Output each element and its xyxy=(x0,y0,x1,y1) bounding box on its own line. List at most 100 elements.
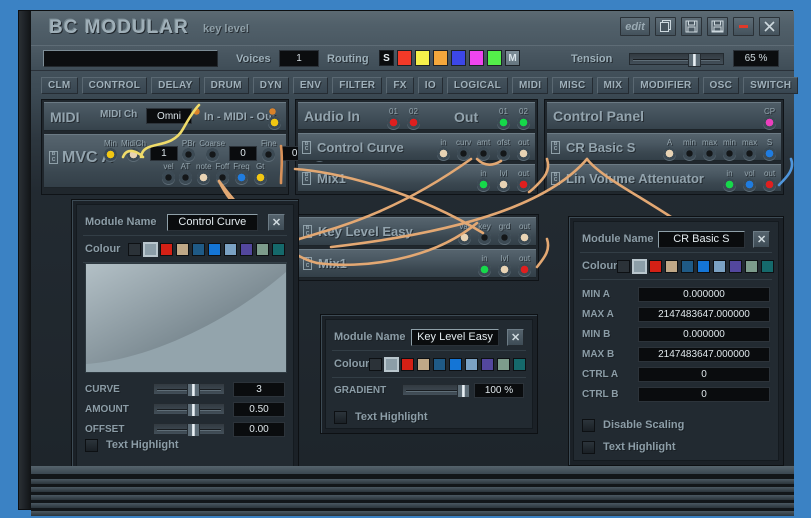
field-value[interactable]: 2147483647.000000 xyxy=(638,307,770,322)
mvca-Freq[interactable]: Freq xyxy=(233,162,249,184)
jack-CP[interactable] xyxy=(763,116,776,129)
cr-basic-s-pin-min[interactable]: min xyxy=(682,138,697,160)
module-row-control-curve[interactable]: BC Control Curve incurvamtofstout xyxy=(298,133,535,161)
audio-out-pin-01[interactable]: 01 xyxy=(496,107,511,129)
jack-AT[interactable] xyxy=(179,171,192,184)
mix1-bottom-pin-out[interactable]: out xyxy=(517,254,532,276)
tension-slider[interactable] xyxy=(629,53,724,65)
audio-out-pin-02[interactable]: 02 xyxy=(516,107,531,129)
control-panel-pin-CP[interactable]: CP xyxy=(762,107,777,129)
jack-Min[interactable] xyxy=(104,148,117,161)
field-value[interactable]: 0 xyxy=(638,367,770,382)
jack-Gt[interactable] xyxy=(254,171,267,184)
colour-swatch-5[interactable] xyxy=(697,260,710,273)
mvca-value[interactable]: 1 xyxy=(150,137,178,161)
mvca-AT[interactable]: AT xyxy=(179,162,192,184)
gradient-slider-thumb[interactable] xyxy=(457,384,470,398)
disable-scaling-row[interactable]: Disable Scaling xyxy=(574,414,778,436)
category-button-io[interactable]: IO xyxy=(418,77,443,94)
jack-note[interactable] xyxy=(197,171,210,184)
routing-swatch-orange[interactable] xyxy=(433,50,448,66)
mix1-top-pin-in[interactable]: in xyxy=(476,169,491,191)
midi-channel-value[interactable]: Omni xyxy=(146,108,192,124)
cr-basic-s-pin-max[interactable]: max xyxy=(742,138,757,160)
jack-key[interactable] xyxy=(478,231,491,244)
colour-swatch-8[interactable] xyxy=(745,260,758,273)
category-button-mix[interactable]: MIX xyxy=(597,77,630,94)
routing-swatch-red[interactable] xyxy=(397,50,412,66)
colour-swatch-6[interactable] xyxy=(224,243,237,256)
numbox[interactable]: 0 xyxy=(229,146,257,161)
field-value[interactable]: 0 xyxy=(638,387,770,402)
key-level-easy-pin-key[interactable]: key xyxy=(477,222,492,244)
jack-in[interactable] xyxy=(723,178,736,191)
midi-out-jack[interactable] xyxy=(268,116,281,129)
save-as-icon[interactable] xyxy=(707,17,728,36)
jack-02[interactable] xyxy=(517,116,530,129)
mvca-Min[interactable]: Min xyxy=(104,139,117,161)
jack-out[interactable] xyxy=(763,178,776,191)
jack-ofst[interactable] xyxy=(497,147,510,160)
audio-in-pin-01[interactable]: 01 xyxy=(386,107,401,129)
module-row-key-level-easy[interactable]: BC Key Level Easy valkeygrdout xyxy=(299,217,536,246)
category-button-misc[interactable]: MISC xyxy=(552,77,592,94)
module-row-cr-basic-s[interactable]: BC CR Basic S AminmaxminmaxS xyxy=(547,133,781,161)
colour-swatch-0[interactable] xyxy=(369,358,382,371)
colour-swatch-2[interactable] xyxy=(160,243,173,256)
colour-swatch-0[interactable] xyxy=(617,260,630,273)
routing-swatch-blue[interactable] xyxy=(451,50,466,66)
jack-min[interactable] xyxy=(723,147,736,160)
text-highlight-checkbox[interactable] xyxy=(85,439,98,452)
pin-midi-out[interactable] xyxy=(267,116,282,129)
colour-swatch-1[interactable] xyxy=(633,260,646,273)
cr-basic-s-pin-max[interactable]: max xyxy=(702,138,717,160)
jack-curv[interactable] xyxy=(457,147,470,160)
jack-vol[interactable] xyxy=(743,178,756,191)
field-value[interactable]: 0.000000 xyxy=(638,327,770,342)
routing-swatch-yellow[interactable] xyxy=(415,50,430,66)
category-button-control[interactable]: CONTROL xyxy=(82,77,148,94)
gradient-slider[interactable] xyxy=(402,384,466,396)
control-curve-pin-amt[interactable]: amt xyxy=(476,138,491,160)
colour-swatch-8[interactable] xyxy=(497,358,510,371)
colour-swatch-2[interactable] xyxy=(401,358,414,371)
audio-in-pin-02[interactable]: 02 xyxy=(406,107,421,129)
field-value[interactable]: 0.000000 xyxy=(638,287,770,302)
control-curve-text-highlight-row[interactable]: Text Highlight xyxy=(77,434,187,456)
category-button-fx[interactable]: FX xyxy=(386,77,413,94)
category-button-filter[interactable]: FILTER xyxy=(332,77,382,94)
routing-swatch-solo[interactable]: S xyxy=(379,50,394,66)
colour-swatch-3[interactable] xyxy=(665,260,678,273)
colour-swatch-9[interactable] xyxy=(761,260,774,273)
field-value[interactable]: 2147483647.000000 xyxy=(638,347,770,362)
voices-value[interactable]: 1 xyxy=(279,50,319,67)
category-button-dyn[interactable]: DYN xyxy=(253,77,289,94)
colour-swatch-9[interactable] xyxy=(272,243,285,256)
jack-grd[interactable] xyxy=(498,231,511,244)
mix1-top-pin-out[interactable]: out xyxy=(516,169,531,191)
jack-A[interactable] xyxy=(663,147,676,160)
colour-swatch-4[interactable] xyxy=(681,260,694,273)
key-level-easy-pin-val[interactable]: val xyxy=(457,222,472,244)
gradient-value[interactable]: 100 % xyxy=(474,383,524,398)
jack-lvl[interactable] xyxy=(498,263,511,276)
patch-name-input[interactable] xyxy=(43,50,218,67)
colour-swatch-4[interactable] xyxy=(433,358,446,371)
mvca-note[interactable]: note xyxy=(196,162,212,184)
control-slider-thumb[interactable] xyxy=(187,423,200,437)
cr-basic-s-pin-A[interactable]: A xyxy=(662,138,677,160)
close-icon[interactable] xyxy=(759,17,780,36)
key-level-easy-pin-grd[interactable]: grd xyxy=(497,222,512,244)
category-button-modifier[interactable]: MODIFIER xyxy=(633,77,698,94)
jack-Freq[interactable] xyxy=(235,171,248,184)
control-slider[interactable] xyxy=(153,403,225,415)
mvca-Gt[interactable]: Gt xyxy=(254,162,267,184)
category-button-drum[interactable]: DRUM xyxy=(204,77,249,94)
colour-swatch-1[interactable] xyxy=(144,243,157,256)
lin-volume-attenuator-pin-out[interactable]: out xyxy=(762,169,777,191)
mvca-vel[interactable]: vel xyxy=(162,162,175,184)
jack-out[interactable] xyxy=(517,178,530,191)
colour-swatch-7[interactable] xyxy=(481,358,494,371)
mvca-Coarse[interactable]: Coarse xyxy=(199,139,225,161)
mvca-PBr[interactable]: PBr xyxy=(182,139,195,161)
